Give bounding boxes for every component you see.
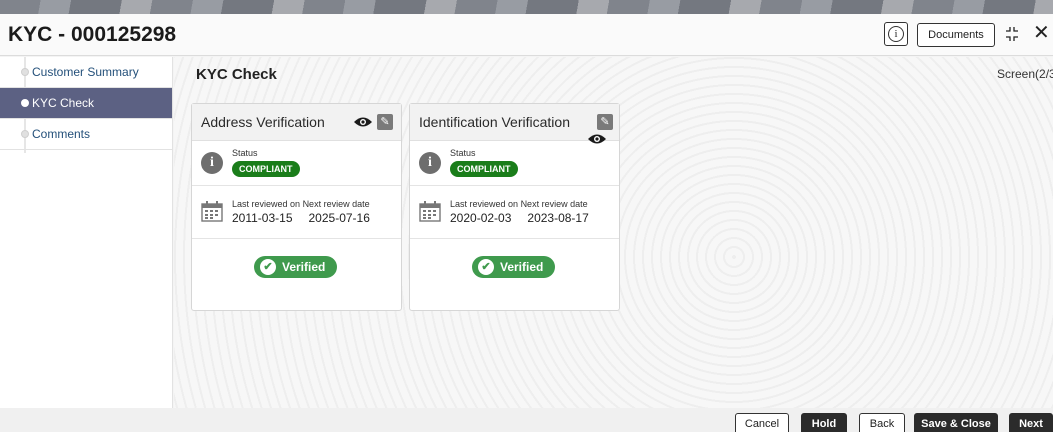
close-icon[interactable]: ✕ [1033,22,1050,44]
verified-row: ✔ Verified [192,239,401,299]
card-header: Address Verification ✎ [192,104,401,141]
cancel-button[interactable]: Cancel [735,413,789,432]
calendar-icon [419,201,441,222]
status-info-icon: i [201,152,223,174]
nav-dot [21,130,29,138]
review-date-values: 2011-03-15 2025-07-16 [232,211,370,225]
section-title: KYC Check [196,66,277,83]
sidebar-item-customer-summary[interactable]: Customer Summary [0,57,172,88]
page-title: KYC - 000125298 [8,23,177,46]
review-date-labels: Last reviewed on Next review date [450,199,588,209]
review-date-values: 2020-02-03 2023-08-17 [450,211,589,225]
calendar-icon [201,201,223,222]
expand-icon[interactable] [1005,26,1019,42]
nav-dot [21,68,29,76]
verified-row: ✔ Verified [410,239,619,299]
info-icon: i [888,26,904,42]
window-header: KYC - 000125298 i Documents ✕ [0,14,1053,56]
next-review-date: 2023-08-17 [527,211,589,225]
sidebar-item-label: Comments [32,127,91,141]
top-decorative-strip [0,0,1053,14]
status-label: Status [232,148,258,158]
eye-icon[interactable] [353,116,373,128]
review-date-labels: Last reviewed on Next review date [232,199,370,209]
identification-verification-card: Identification Verification ✎ i Status C… [409,103,620,311]
screen-indicator: Screen(2/3 [997,67,1053,81]
last-reviewed-label: Last reviewed on [232,199,301,209]
back-button[interactable]: Back [859,413,905,432]
verified-button[interactable]: ✔ Verified [254,256,338,278]
status-row: i Status COMPLIANT [410,141,619,186]
status-label: Status [450,148,476,158]
save-and-close-button[interactable]: Save & Close [914,413,998,432]
check-circle-icon: ✔ [478,259,494,275]
card-title: Address Verification [201,114,325,130]
address-verification-card: Address Verification ✎ i Status COMPLIAN… [191,103,402,311]
status-badge: COMPLIANT [232,161,300,177]
sidebar-item-label: KYC Check [32,96,95,110]
card-title: Identification Verification [419,114,570,130]
status-row: i Status COMPLIANT [192,141,401,186]
verified-button[interactable]: ✔ Verified [472,256,556,278]
next-review-date: 2025-07-16 [308,211,370,225]
last-reviewed-date: 2020-02-03 [450,211,512,225]
documents-button[interactable]: Documents [917,23,995,47]
status-info-icon: i [419,152,441,174]
card-header: Identification Verification ✎ [410,104,619,144]
edit-icon[interactable]: ✎ [597,114,613,130]
sidebar-item-label: Customer Summary [32,65,139,79]
next-button[interactable]: Next [1009,413,1053,432]
next-review-label: Next review date [520,199,588,209]
info-button[interactable]: i [884,22,908,46]
nav-dot [21,99,29,107]
hold-button[interactable]: Hold [801,413,847,432]
review-dates-row: Last reviewed on Next review date 2011-0… [192,186,401,239]
last-reviewed-label: Last reviewed on [450,199,519,209]
edit-icon[interactable]: ✎ [377,114,393,130]
sidebar: Customer Summary KYC Check Comments [0,57,173,408]
check-circle-icon: ✔ [260,259,276,275]
sidebar-item-comments[interactable]: Comments [0,119,172,150]
review-dates-row: Last reviewed on Next review date 2020-0… [410,186,619,239]
sidebar-item-kyc-check[interactable]: KYC Check [0,88,172,119]
verified-label: Verified [500,260,544,274]
main-content: KYC Check Screen(2/3 Address Verificatio… [174,57,1053,408]
next-review-label: Next review date [302,199,370,209]
verified-label: Verified [282,260,326,274]
last-reviewed-date: 2011-03-15 [232,211,293,225]
footer-action-bar: Cancel Hold Back Save & Close Next [0,408,1053,432]
status-badge: COMPLIANT [450,161,518,177]
